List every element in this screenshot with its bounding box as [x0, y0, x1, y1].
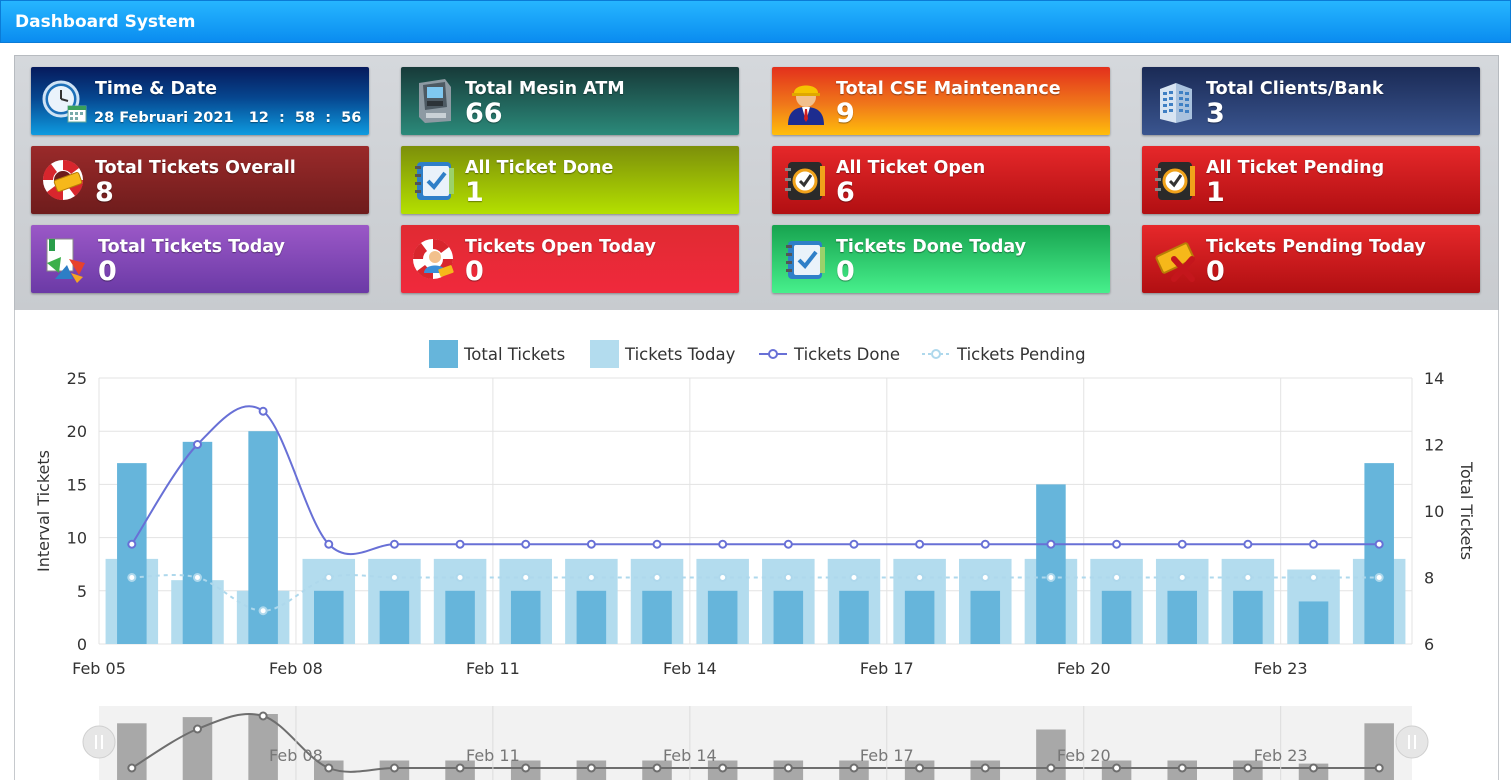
- done-today-value: 0: [836, 256, 855, 287]
- open-today-label: Tickets Open Today: [465, 237, 656, 257]
- ticket-cross-icon: [1155, 242, 1195, 282]
- all-done-value: 1: [465, 177, 484, 208]
- legend-tickets-done[interactable]: Tickets Done: [758, 340, 900, 368]
- tickets-overall-value: 8: [95, 177, 114, 208]
- card-tickets-overall: Total Tickets Overall 8: [31, 146, 369, 214]
- legend-tickets-today[interactable]: Tickets Today: [590, 340, 735, 368]
- legend-label: Tickets Done: [794, 344, 901, 364]
- legend-swatch: [429, 340, 458, 368]
- engineer-icon: [788, 85, 824, 125]
- legend-label: Total Tickets: [464, 344, 566, 364]
- total-atm-value: 66: [465, 98, 503, 129]
- done-today-label: Tickets Done Today: [836, 237, 1027, 257]
- card-all-pending: All Ticket Pending 1: [1142, 146, 1480, 214]
- lifebuoy-user-icon: [413, 239, 454, 279]
- card-all-done: All Ticket Done 1: [401, 146, 739, 214]
- clock-calendar-icon: [42, 80, 87, 123]
- card-total-cse: Total CSE Maintenance 9: [772, 67, 1110, 135]
- current-date: 28 Februari 2021: [94, 110, 234, 126]
- total-clients-label: Total Clients/Bank: [1206, 79, 1384, 99]
- all-pending-value: 1: [1206, 177, 1225, 208]
- window-titlebar: Dashboard System: [0, 0, 1511, 43]
- total-cse-label: Total CSE Maintenance: [836, 79, 1061, 99]
- card-time-date: Time & Date 28 Februari 2021 12 : 58 : 5…: [31, 67, 369, 135]
- planner-clock-icon: [785, 162, 825, 200]
- legend-line-symbol: [759, 349, 787, 359]
- window-title: Dashboard System: [15, 12, 196, 32]
- all-open-value: 6: [836, 177, 855, 208]
- recycle-book-icon: [46, 238, 85, 283]
- pending-today-value: 0: [1206, 256, 1225, 287]
- all-open-label: All Ticket Open: [836, 158, 986, 178]
- pending-today-label: Tickets Pending Today: [1206, 237, 1426, 257]
- lifebuoy-ticket-icon: [43, 160, 83, 200]
- legend-line-symbol: [922, 349, 950, 359]
- all-done-label: All Ticket Done: [465, 158, 614, 178]
- chart-container: [14, 310, 1499, 780]
- card-total-atm: Total Mesin ATM 66: [401, 67, 739, 135]
- legend-total-tickets[interactable]: Total Tickets: [429, 340, 565, 368]
- card-open-today: Tickets Open Today 0: [401, 225, 739, 293]
- current-minute: 58: [294, 110, 316, 126]
- tickets-overall-label: Total Tickets Overall: [95, 158, 296, 178]
- all-pending-label: All Ticket Pending: [1206, 158, 1385, 178]
- atm-machine-icon: [419, 79, 451, 123]
- card-total-clients: Total Clients/Bank 3: [1142, 67, 1480, 135]
- card-all-open: All Ticket Open 6: [772, 146, 1110, 214]
- current-second: 56: [341, 110, 362, 126]
- planner-check-icon: [415, 162, 454, 200]
- card-tickets-today: Total Tickets Today 0: [31, 225, 369, 293]
- tickets-today-label: Total Tickets Today: [98, 237, 285, 257]
- current-hour: 12: [248, 110, 269, 126]
- time-separator: :: [279, 110, 285, 126]
- time-date-label: Time & Date: [95, 79, 218, 99]
- tickets-today-value: 0: [98, 256, 117, 287]
- planner-check-icon: [786, 241, 825, 279]
- time-date-value: 28 Februari 2021 12 : 58 : 56: [94, 110, 361, 126]
- card-done-today: Tickets Done Today 0: [772, 225, 1110, 293]
- card-pending-today: Tickets Pending Today 0: [1142, 225, 1480, 293]
- total-atm-label: Total Mesin ATM: [465, 79, 625, 99]
- legend-label: Tickets Pending: [957, 344, 1086, 364]
- legend-label: Tickets Today: [625, 344, 736, 364]
- time-separator: :: [325, 110, 332, 126]
- planner-clock-icon: [1155, 162, 1195, 200]
- open-today-value: 0: [465, 256, 484, 287]
- total-cse-value: 9: [836, 98, 855, 129]
- total-clients-value: 3: [1206, 98, 1225, 129]
- legend-tickets-pending[interactable]: Tickets Pending: [921, 340, 1086, 368]
- building-icon: [1160, 83, 1192, 123]
- legend-swatch: [590, 340, 619, 368]
